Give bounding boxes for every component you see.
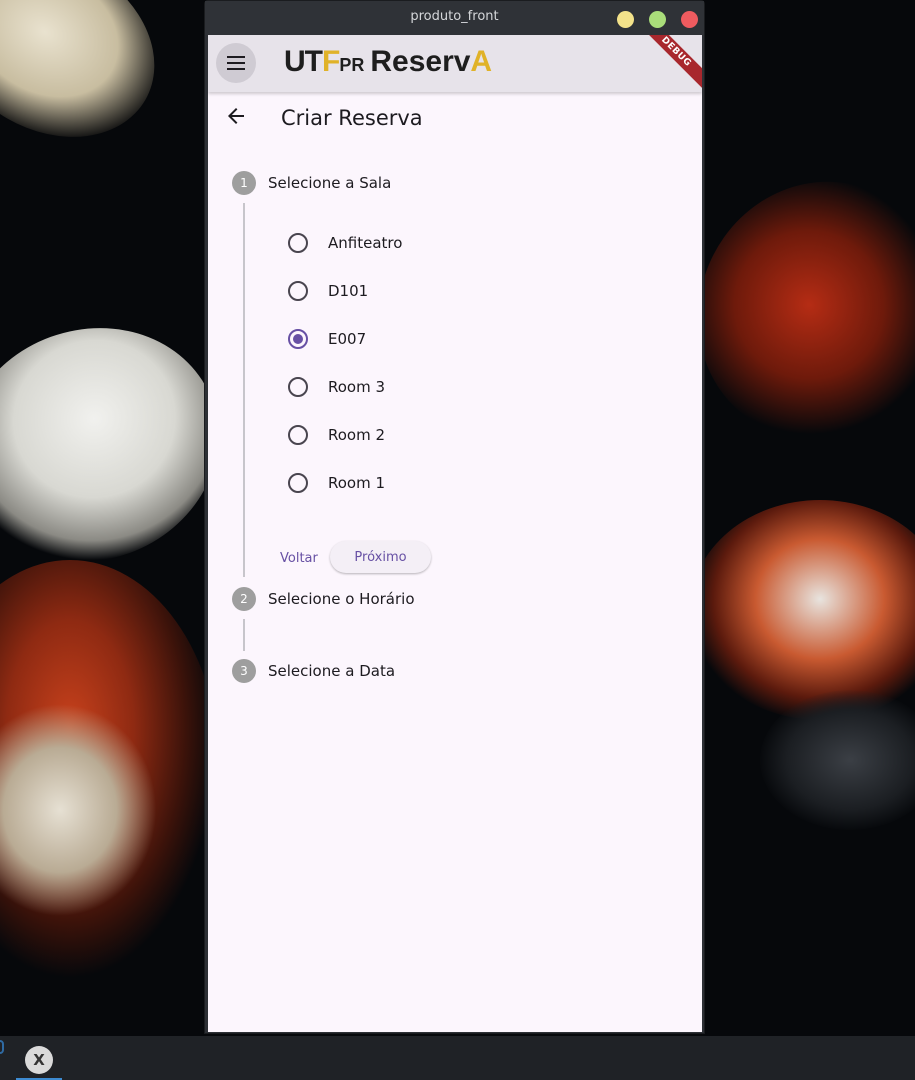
step-number-badge: 1	[232, 171, 256, 195]
app-window: produto_front UTF PR Reserv A DEBUG Cria…	[204, 0, 705, 1034]
taskbar: X	[0, 1036, 915, 1080]
maximize-button[interactable]	[649, 11, 666, 28]
logo-utf-accent: F	[322, 45, 340, 78]
page-title: Criar Reserva	[281, 106, 423, 130]
step-number-badge: 3	[232, 659, 256, 683]
room-option-label: Room 1	[328, 474, 386, 492]
step-label: Selecione o Horário	[268, 590, 415, 608]
radio-unchecked-icon[interactable]	[288, 377, 308, 397]
window-titlebar[interactable]: produto_front	[205, 1, 704, 35]
taskbar-launcher-icon[interactable]	[0, 1040, 4, 1054]
step-label: Selecione a Data	[268, 662, 396, 680]
koi-fish-image	[690, 500, 915, 720]
radio-unchecked-icon[interactable]	[288, 425, 308, 445]
minimize-button[interactable]	[617, 11, 634, 28]
step-label: Selecione a Sala	[268, 174, 392, 192]
room-option-room-2[interactable]: Room 2	[288, 417, 385, 453]
room-option-e007[interactable]: E007	[288, 321, 366, 357]
step-select-room[interactable]: 1 Selecione a Sala	[232, 171, 391, 195]
close-button[interactable]	[681, 11, 698, 28]
utfpr-reserva-logo: UTF PR Reserv A	[284, 45, 492, 81]
room-option-anfiteatro[interactable]: Anfiteatro	[288, 225, 402, 261]
step-select-time[interactable]: 2 Selecione o Horário	[232, 587, 415, 611]
logo-pr: PR	[339, 55, 365, 75]
room-option-room-1[interactable]: Room 1	[288, 465, 385, 501]
app-content: UTF PR Reserv A DEBUG Criar Reserva 1 Se…	[208, 35, 702, 1032]
arrow-left-icon	[228, 108, 244, 124]
radio-unchecked-icon[interactable]	[288, 233, 308, 253]
page-header: Criar Reserva	[208, 92, 702, 148]
logo-reserv: Reserv	[370, 45, 471, 78]
room-option-label: D101	[328, 282, 369, 300]
debug-badge: DEBUG	[628, 35, 702, 100]
menu-button[interactable]	[216, 43, 256, 83]
room-option-label: Anfiteatro	[328, 234, 403, 252]
step-number-badge: 2	[232, 587, 256, 611]
logo-utf: UTF	[284, 45, 340, 79]
back-button[interactable]	[224, 104, 248, 128]
room-option-label: Room 2	[328, 426, 386, 444]
room-option-room-3[interactable]: Room 3	[288, 369, 385, 405]
room-option-d101[interactable]: D101	[288, 273, 368, 309]
radio-unchecked-icon[interactable]	[288, 281, 308, 301]
app-bar: UTF PR Reserv A DEBUG	[208, 35, 702, 100]
x-app-icon: X	[25, 1046, 53, 1074]
taskbar-app-button[interactable]: X	[16, 1042, 62, 1080]
step-select-date[interactable]: 3 Selecione a Data	[232, 659, 395, 683]
step-connector-line	[243, 619, 245, 651]
logo-reserv-tail: A	[470, 45, 493, 78]
proximo-button[interactable]: Próximo	[330, 541, 431, 573]
room-option-label: Room 3	[328, 378, 386, 396]
radio-unchecked-icon[interactable]	[288, 473, 308, 493]
step-connector-line	[243, 203, 245, 577]
radio-checked-icon[interactable]	[288, 329, 308, 349]
hamburger-menu-icon	[227, 56, 245, 70]
koi-fish-image	[0, 0, 188, 174]
voltar-button[interactable]: Voltar	[276, 543, 322, 575]
logo-utf-main: UT	[284, 45, 323, 78]
room-option-label: E007	[328, 330, 367, 348]
